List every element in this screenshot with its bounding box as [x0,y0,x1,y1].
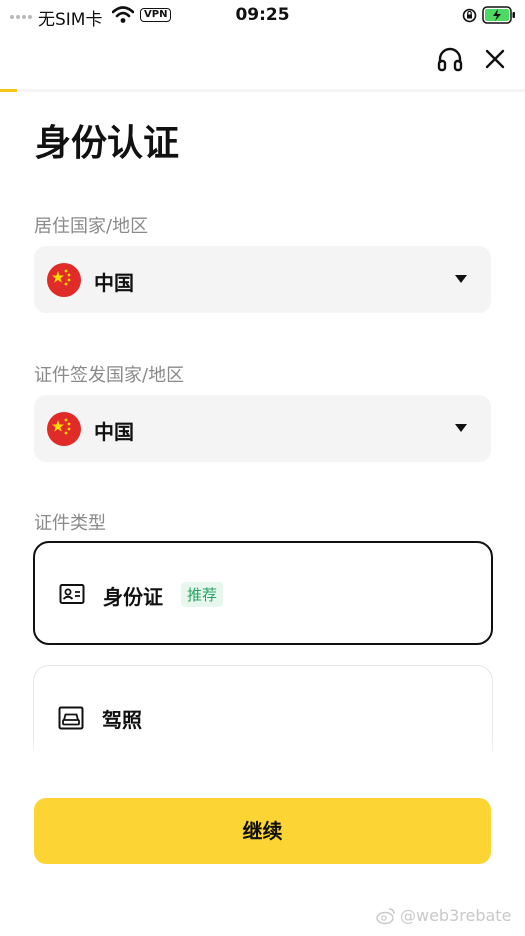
document-type-label: 证件类型 [34,513,106,534]
watermark-text: @web3rebate [400,906,512,925]
weibo-logo-icon [376,907,395,924]
issuing-country-label: 证件签发国家/地区 [34,365,185,386]
watermark: @web3rebate [376,906,511,925]
issuing-country-value: 中国 [94,420,134,444]
id-card-icon [59,584,85,604]
residence-country-select[interactable]: 中国 [34,246,491,313]
recommended-badge: 推荐 [181,582,224,607]
residence-country-value: 中国 [94,271,134,295]
dropdown-caret-icon [455,424,467,432]
progress-bar-fill [0,89,17,92]
page-title: 身份认证 [35,123,180,164]
car-icon [58,706,84,730]
headset-icon[interactable] [436,46,464,74]
document-option-label: 身份证 [103,585,163,609]
document-option-label: 驾照 [102,708,142,732]
china-flag-icon [47,263,81,297]
status-bar: 无SIM卡 VPN 09:25 [0,0,525,32]
dropdown-caret-icon [455,275,467,283]
battery-charging-icon [482,6,515,24]
residence-country-label: 居住国家/地区 [34,216,149,237]
status-time: 09:25 [235,5,290,25]
continue-button[interactable]: 继续 [34,798,491,864]
issuing-country-select[interactable]: 中国 [34,395,491,462]
document-option-id-card[interactable]: 身份证 推荐 [33,541,493,645]
china-flag-icon [47,412,81,446]
rotation-lock-icon [462,8,477,23]
progress-track [0,89,525,92]
close-icon[interactable] [482,46,508,72]
